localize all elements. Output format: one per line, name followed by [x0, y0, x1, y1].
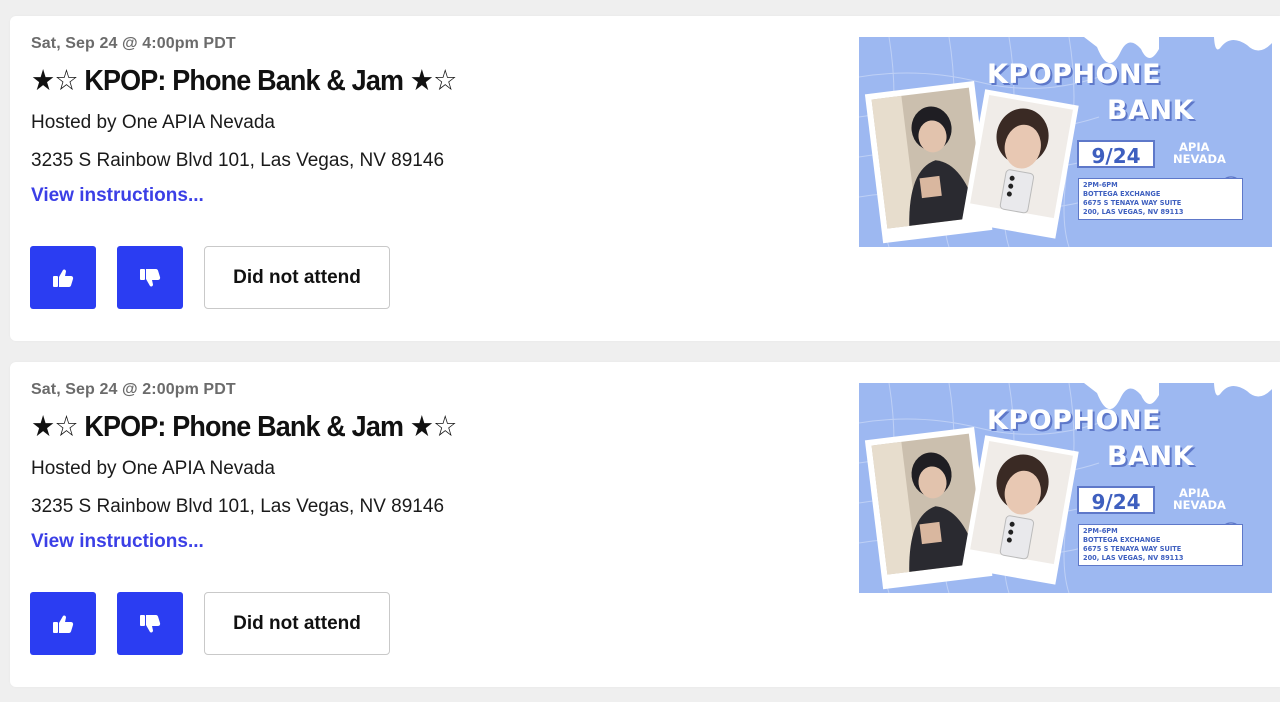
flyer-title-line2: BANK: [1107, 441, 1194, 472]
flyer-title-line2: BANK: [1107, 95, 1194, 126]
view-instructions-link[interactable]: View instructions...: [31, 531, 204, 553]
flyer-info: 2PM-6PM BOTTEGA EXCHANGE 6675 S TENAYA W…: [1078, 524, 1243, 566]
flyer-info-line: 6675 S TENAYA WAY SUITE: [1083, 545, 1182, 553]
event-card: Sat, Sep 24 @ 4:00pm PDT ★☆ KPOP: Phone …: [10, 16, 1280, 341]
flyer-info-line: BOTTEGA EXCHANGE: [1083, 190, 1161, 198]
event-title: ★☆ KPOP: Phone Bank & Jam ★☆: [31, 411, 457, 443]
view-instructions-link[interactable]: View instructions...: [31, 185, 204, 207]
thumbs-down-button[interactable]: [117, 592, 183, 655]
event-flyer-image[interactable]: KPOPHONE BANK 9/24 APIA NEVADA 2PM-6PM B…: [859, 37, 1272, 247]
event-title: ★☆ KPOP: Phone Bank & Jam ★☆: [31, 65, 457, 97]
flyer-info-line: 2PM-6PM: [1083, 181, 1118, 189]
thumbs-down-icon: [140, 614, 161, 632]
event-flyer-image[interactable]: KPOPHONE BANK 9/24 APIA NEVADA 2PM-6PM B…: [859, 383, 1272, 593]
flyer-org: APIA NEVADA: [1173, 487, 1226, 511]
event-address: 3235 S Rainbow Blvd 101, Las Vegas, NV 8…: [31, 150, 445, 171]
flyer-info-line: 200, LAS VEGAS, NV 89113: [1083, 208, 1184, 216]
thumbs-down-button[interactable]: [117, 246, 183, 309]
event-address: 3235 S Rainbow Blvd 101, Las Vegas, NV 8…: [31, 496, 445, 517]
flyer-org-line2: NEVADA: [1173, 152, 1226, 166]
event-card: Sat, Sep 24 @ 2:00pm PDT ★☆ KPOP: Phone …: [10, 362, 1280, 687]
flyer-org: APIA NEVADA: [1173, 141, 1226, 165]
thumbs-down-icon: [140, 268, 161, 286]
flyer-info-line: 2PM-6PM: [1083, 527, 1118, 535]
thumbs-up-button[interactable]: [30, 246, 96, 309]
flyer-date: 9/24: [1077, 486, 1155, 514]
flyer-title-line1: KPOPHONE: [987, 405, 1162, 436]
thumbs-up-button[interactable]: [30, 592, 96, 655]
event-date: Sat, Sep 24 @ 4:00pm PDT: [31, 35, 236, 52]
flyer-info-line: 6675 S TENAYA WAY SUITE: [1083, 199, 1182, 207]
event-date: Sat, Sep 24 @ 2:00pm PDT: [31, 381, 236, 398]
did-not-attend-button[interactable]: Did not attend: [204, 592, 390, 655]
flyer-info-line: BOTTEGA EXCHANGE: [1083, 536, 1161, 544]
flyer-date: 9/24: [1077, 140, 1155, 168]
flyer-org-line2: NEVADA: [1173, 498, 1226, 512]
event-feed: Sat, Sep 24 @ 4:00pm PDT ★☆ KPOP: Phone …: [0, 0, 1280, 702]
thumbs-up-icon: [53, 269, 74, 287]
flyer-info-line: 200, LAS VEGAS, NV 89113: [1083, 554, 1184, 562]
event-host: Hosted by One APIA Nevada: [31, 112, 275, 133]
did-not-attend-button[interactable]: Did not attend: [204, 246, 390, 309]
event-host: Hosted by One APIA Nevada: [31, 458, 275, 479]
flyer-info: 2PM-6PM BOTTEGA EXCHANGE 6675 S TENAYA W…: [1078, 178, 1243, 220]
thumbs-up-icon: [53, 615, 74, 633]
flyer-title-line1: KPOPHONE: [987, 59, 1162, 90]
